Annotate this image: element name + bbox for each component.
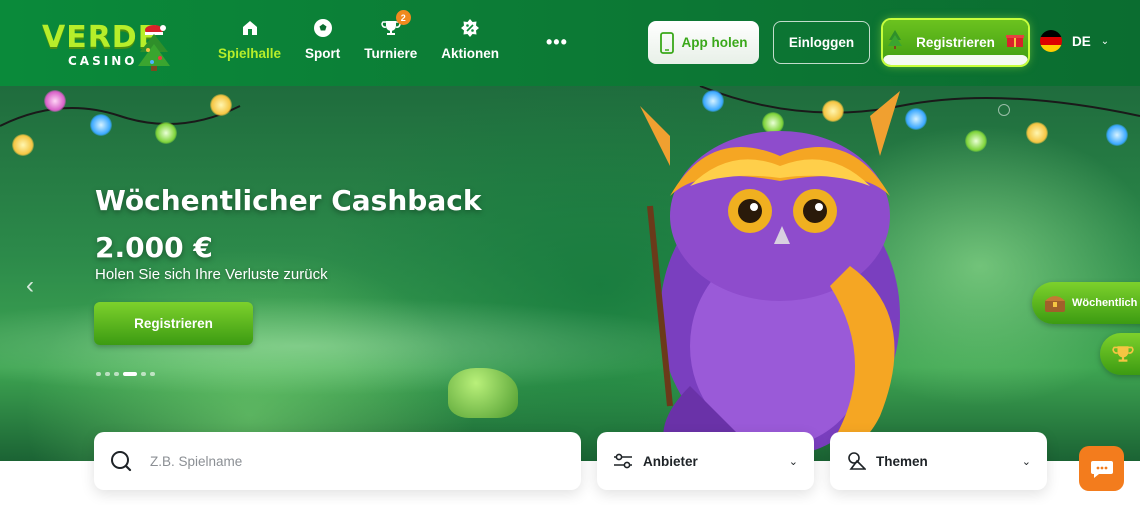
live-chat-button[interactable] — [1079, 446, 1124, 491]
sliders-icon — [614, 453, 632, 469]
game-search-input[interactable]: Z.B. Spielname — [94, 432, 581, 490]
more-menu-icon[interactable]: ••• — [546, 32, 568, 53]
login-label: Einloggen — [788, 35, 855, 50]
tournament-side-tab[interactable] — [1100, 333, 1140, 375]
nav-label: Turniere — [364, 46, 418, 61]
christmas-tree-icon — [138, 25, 170, 71]
slider-dot[interactable] — [105, 372, 110, 376]
germany-flag-icon — [1040, 30, 1062, 52]
themes-filter-label: Themen — [876, 453, 928, 469]
nav-item-sport[interactable]: Sport — [293, 16, 352, 68]
verde-casino-logo[interactable]: VERDE CASINO — [42, 18, 182, 74]
themes-filter-dropdown[interactable]: Themen ⌄ — [830, 432, 1047, 490]
provider-filter-dropdown[interactable]: Anbieter ⌄ — [597, 432, 814, 490]
home-icon — [238, 16, 262, 40]
get-app-button[interactable]: App holen — [648, 21, 759, 64]
owl-illustration — [640, 91, 900, 456]
treasure-chest-icon — [1045, 296, 1065, 312]
logo-subtitle: CASINO — [68, 54, 138, 68]
gift-icon — [1006, 35, 1024, 47]
slider-dot[interactable] — [123, 372, 137, 376]
hero-banner: Wöchentlicher Cashback 2.000 € Holen Sie… — [0, 86, 1140, 461]
nav-item-spielhalle[interactable]: Spielhalle — [206, 16, 293, 68]
chevron-down-icon: ⌄ — [1021, 455, 1031, 468]
register-button[interactable]: Registrieren — [883, 20, 1028, 65]
trophy-icon — [1112, 346, 1134, 362]
search-icon — [111, 451, 132, 472]
language-selector[interactable]: DE ⌄ — [1040, 30, 1109, 52]
glowing-rock-decoration — [448, 368, 518, 418]
search-placeholder: Z.B. Spielname — [150, 453, 243, 469]
top-header: VERDE CASINO Spielhalle Sport 2 Turniere… — [0, 0, 1140, 86]
nav-label: Spielhalle — [218, 46, 282, 61]
hero-title: Wöchentlicher Cashback — [95, 184, 482, 217]
nav-label: Sport — [305, 46, 341, 61]
register-label: Registrieren — [916, 35, 995, 50]
hero-register-button[interactable]: Registrieren — [94, 302, 253, 345]
percent-badge-icon — [458, 16, 482, 40]
main-nav: Spielhalle Sport 2 Turniere Aktionen — [206, 10, 511, 68]
language-label: DE — [1072, 33, 1091, 49]
nav-item-aktionen[interactable]: Aktionen — [429, 16, 511, 68]
christmas-tree-icon — [888, 30, 902, 49]
slider-dot[interactable] — [141, 372, 146, 376]
smartphone-icon — [659, 31, 674, 54]
chat-bubble-icon — [1090, 460, 1113, 478]
weekly-promo-tab[interactable]: Wöchentlich — [1032, 282, 1140, 324]
shapes-icon — [848, 452, 866, 470]
slider-prev-arrow-icon[interactable]: ‹ — [26, 272, 34, 300]
slider-dot[interactable] — [96, 372, 101, 376]
trophy-icon: 2 — [379, 10, 411, 40]
slider-dot[interactable] — [150, 372, 155, 376]
hero-timer — [998, 104, 1010, 116]
hero-subtitle: Holen Sie sich Ihre Verluste zurück — [95, 266, 328, 283]
weekly-promo-label: Wöchentlich — [1072, 297, 1138, 309]
login-button[interactable]: Einloggen — [773, 21, 870, 64]
chevron-down-icon: ⌄ — [788, 455, 798, 468]
chevron-down-icon: ⌄ — [1100, 35, 1110, 47]
provider-filter-label: Anbieter — [643, 453, 698, 469]
get-app-label: App holen — [681, 35, 748, 50]
hero-amount: 2.000 € — [95, 231, 213, 264]
hero-register-label: Registrieren — [134, 316, 213, 331]
casino-page: VERDE CASINO Spielhalle Sport 2 Turniere… — [0, 0, 1140, 505]
slider-dots — [96, 372, 155, 376]
nav-item-turniere[interactable]: 2 Turniere — [352, 10, 429, 68]
notification-badge: 2 — [395, 10, 411, 25]
football-icon — [311, 16, 335, 40]
clock-icon — [998, 104, 1010, 116]
slider-dot[interactable] — [114, 372, 119, 376]
nav-label: Aktionen — [441, 46, 500, 61]
snow-decoration — [883, 55, 1028, 65]
